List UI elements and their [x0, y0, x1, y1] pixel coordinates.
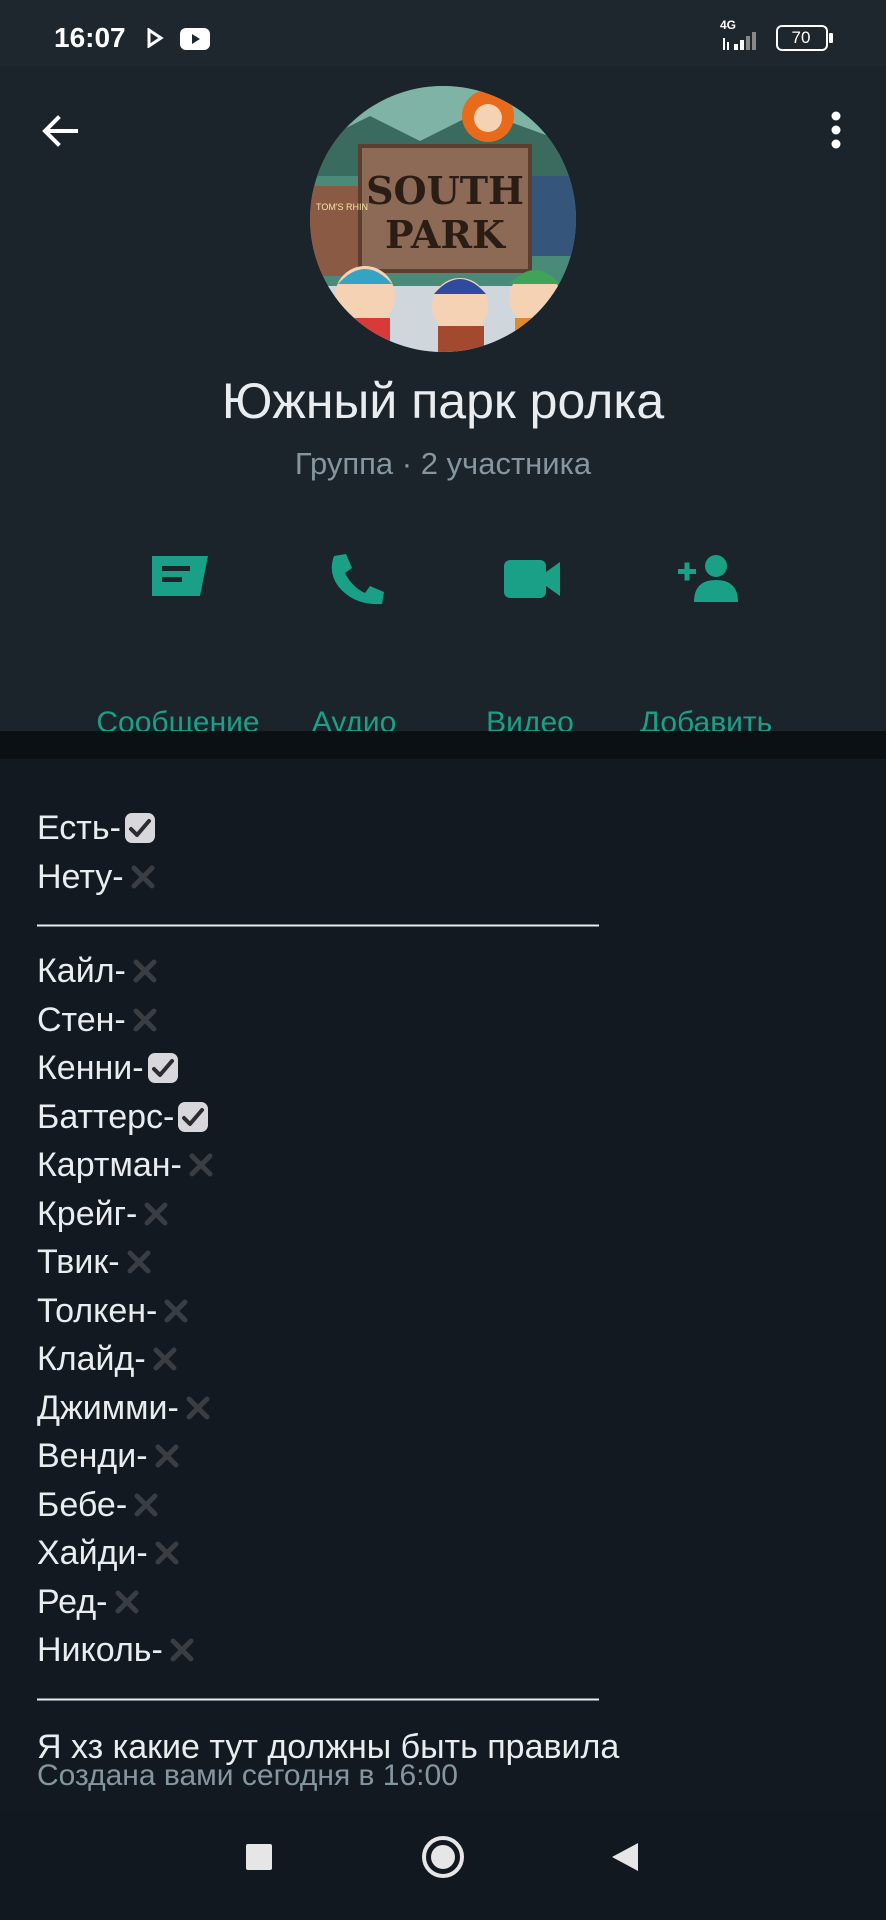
character-name: Бебе-	[37, 1485, 128, 1524]
cross-mark-icon	[128, 1002, 162, 1036]
action-row: Сообщение Аудио Видео Добавить	[0, 542, 886, 739]
youtube-icon	[180, 28, 210, 50]
description-text: Есть- Нету- ———————————————————— Кайл- Ст…	[37, 804, 857, 1773]
character-line: Хайди-	[37, 1529, 857, 1578]
character-line: Крейг-	[37, 1190, 857, 1239]
character-list: Кайл- Стен- Кенни- Баттерс- Картман- Крейг- Тв…	[37, 947, 857, 1675]
character-name: Кайл-	[37, 952, 126, 990]
character-line: Бебе-	[37, 1481, 857, 1530]
section-divider	[0, 731, 886, 759]
legend-line-yes: Есть-	[37, 804, 857, 853]
system-nav-bar	[0, 1810, 886, 1920]
character-line: Баттерс-	[37, 1093, 857, 1142]
avatar-text-park: PARK	[385, 212, 507, 257]
created-info: Создана вами сегодня в 16:00	[37, 1759, 458, 1792]
legend-line-no: Нету-	[37, 853, 857, 902]
group-description: Есть- Нету- ———————————————————— Кайл- Ст…	[0, 759, 886, 1810]
add-person-icon	[678, 555, 738, 602]
cross-mark-icon	[122, 1244, 156, 1278]
character-name: Картман-	[37, 1146, 182, 1184]
character-line: Джимми-	[37, 1384, 857, 1433]
cross-mark-icon	[150, 1438, 184, 1472]
message-button[interactable]: Сообщение	[78, 542, 278, 739]
character-line: Картман-	[37, 1141, 857, 1190]
recents-square-icon[interactable]	[246, 1844, 272, 1870]
character-line: Ред-	[37, 1578, 857, 1627]
signal-icon: 4G	[720, 18, 770, 52]
character-name: Крейг-	[37, 1194, 138, 1233]
character-line: Клайд-	[37, 1335, 857, 1384]
add-member-button[interactable]: Добавить	[606, 542, 806, 739]
character-line: Твик-	[37, 1238, 857, 1287]
cross-mark-icon	[129, 1487, 163, 1521]
character-line: Кайл-	[37, 947, 857, 996]
cross-mark-icon	[150, 1535, 184, 1569]
character-line: Кенни-	[37, 1044, 857, 1093]
character-name: Хайди-	[37, 1534, 148, 1572]
back-triangle-icon[interactable]	[608, 1840, 642, 1874]
audio-call-button[interactable]: Аудио	[254, 542, 454, 739]
character-line: Толкен-	[37, 1287, 857, 1336]
character-name: Клайд-	[37, 1340, 146, 1378]
character-name: Кенни-	[37, 1049, 144, 1087]
status-time: 16:07	[54, 22, 126, 53]
avatar-small-text: TOM'S RHIN	[316, 202, 368, 212]
character-name: Николь-	[37, 1631, 163, 1669]
cross-mark-icon	[165, 1632, 199, 1666]
group-profile-header: SOUTH PARK TOM'S RHIN Южный парк ролка Г…	[0, 66, 886, 739]
message-icon	[152, 556, 208, 596]
battery-icon: 70	[776, 25, 834, 51]
character-line: Стен-	[37, 996, 857, 1045]
cross-mark-icon	[128, 953, 162, 987]
group-subtitle: Группа · 2 участника	[294, 446, 592, 481]
cross-mark-icon	[181, 1390, 215, 1424]
character-name: Стен-	[37, 1000, 126, 1039]
character-name: Ред-	[37, 1582, 108, 1621]
home-circle-icon[interactable]	[420, 1834, 466, 1880]
arrow-back-icon[interactable]	[36, 106, 86, 156]
avatar-text-south: SOUTH	[366, 168, 524, 213]
character-name: Твик-	[37, 1243, 120, 1281]
more-vert-icon[interactable]	[818, 106, 854, 156]
character-name: Джимми-	[37, 1388, 179, 1427]
cross-mark-icon	[148, 1341, 182, 1375]
cast-icon	[147, 28, 164, 48]
character-line: Николь-	[37, 1626, 857, 1675]
battery-level: 70	[791, 28, 811, 47]
phone-icon	[331, 554, 384, 605]
cross-mark-icon	[126, 859, 160, 893]
group-avatar[interactable]: SOUTH PARK TOM'S RHIN	[310, 86, 576, 352]
check-mark-icon	[176, 1099, 210, 1133]
separator-line: ————————————————————	[37, 907, 599, 940]
group-name: Южный парк ролка	[221, 373, 665, 429]
cross-mark-icon	[110, 1584, 144, 1618]
character-line: Венди-	[37, 1432, 857, 1481]
check-mark-icon	[123, 810, 157, 844]
status-bar: 16:07 4G 70	[0, 0, 886, 66]
cross-mark-icon	[159, 1293, 193, 1327]
video-icon	[504, 560, 560, 598]
separator-line: ————————————————————	[37, 1680, 599, 1714]
character-name: Толкен-	[37, 1291, 158, 1330]
check-mark-icon	[146, 1050, 180, 1084]
cross-mark-icon	[184, 1147, 218, 1181]
character-name: Венди-	[37, 1437, 148, 1475]
cross-mark-icon	[139, 1196, 173, 1230]
video-call-button[interactable]: Видео	[430, 542, 630, 739]
character-name: Баттерс-	[37, 1097, 175, 1136]
